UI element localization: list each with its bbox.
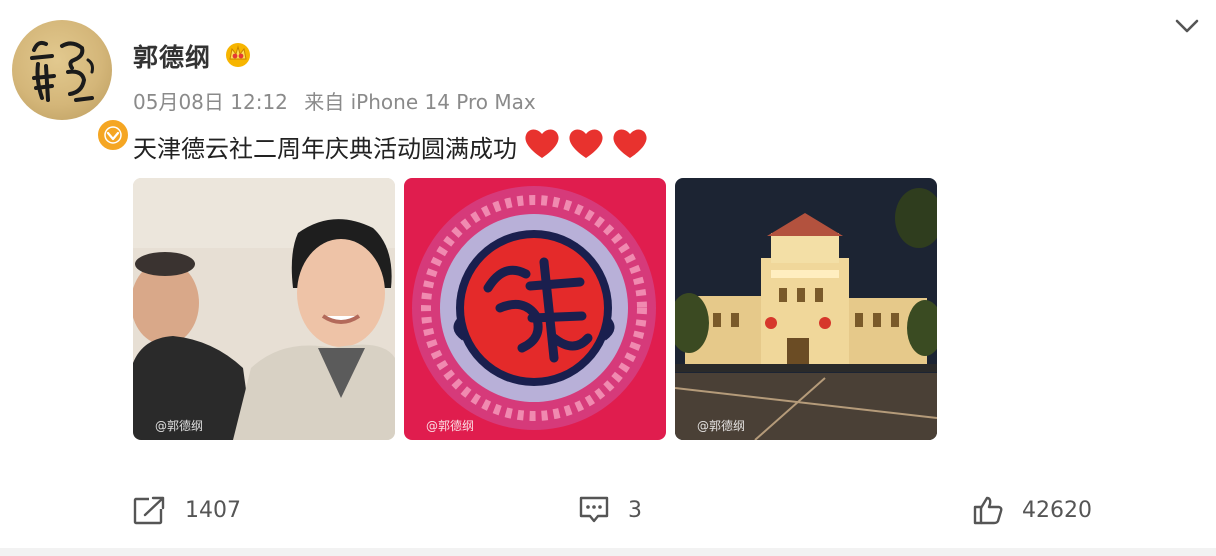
thumbs-up-icon (973, 496, 1003, 525)
comment-count: 3 (628, 497, 642, 523)
post-text: 天津德云社二周年庆典活动圆满成功 (133, 134, 517, 163)
author-name[interactable]: 郭德纲 (133, 38, 211, 74)
like-button[interactable]: 42620 (972, 488, 1092, 532)
photo-2[interactable]: @郭德纲 (404, 178, 666, 440)
post-time[interactable]: 05月08日 12:12 (133, 90, 288, 114)
crown-icon[interactable] (224, 40, 252, 68)
photo-watermark: @郭德纲 (155, 419, 204, 433)
post-meta: 05月08日 12:12 来自 iPhone 14 Pro Max (133, 86, 546, 115)
action-bar: 1407 3 42620 (0, 488, 1216, 532)
photo-1[interactable]: @郭德纲 (133, 178, 395, 440)
heart-emoji-group (517, 126, 649, 166)
repost-button[interactable]: 1407 (133, 488, 241, 532)
share-icon (133, 495, 167, 525)
post-source: 来自 iPhone 14 Pro Max (304, 90, 536, 114)
like-count: 42620 (1022, 497, 1092, 523)
chevron-down-icon[interactable] (1174, 16, 1200, 36)
photo-watermark: @郭德纲 (697, 419, 746, 433)
photo-watermark: @郭德纲 (426, 419, 475, 433)
verified-icon (96, 118, 130, 152)
photo-emblem-image (404, 178, 666, 440)
photo-portrait-image (133, 178, 395, 440)
repost-count: 1407 (185, 497, 241, 523)
photo-3[interactable]: @郭德纲 (675, 178, 937, 440)
post-text-row: 天津德云社二周年庆典活动圆满成功 (133, 126, 649, 166)
heart-icon (613, 129, 647, 158)
photo-building-image (675, 178, 937, 440)
avatar-calligraphy-image (30, 40, 94, 102)
avatar[interactable] (12, 20, 130, 152)
photo-grid: @郭德纲 @郭德纲 @郭德纲 (133, 178, 937, 440)
weibo-post-card: 郭德纲 05月08日 12:12 来自 iPhone 14 Pro Max 天津… (0, 0, 1216, 556)
heart-icon (569, 129, 603, 158)
heart-icon (525, 129, 559, 158)
comment-button[interactable]: 3 (578, 488, 642, 532)
card-divider (0, 548, 1216, 556)
comment-icon (579, 496, 609, 523)
